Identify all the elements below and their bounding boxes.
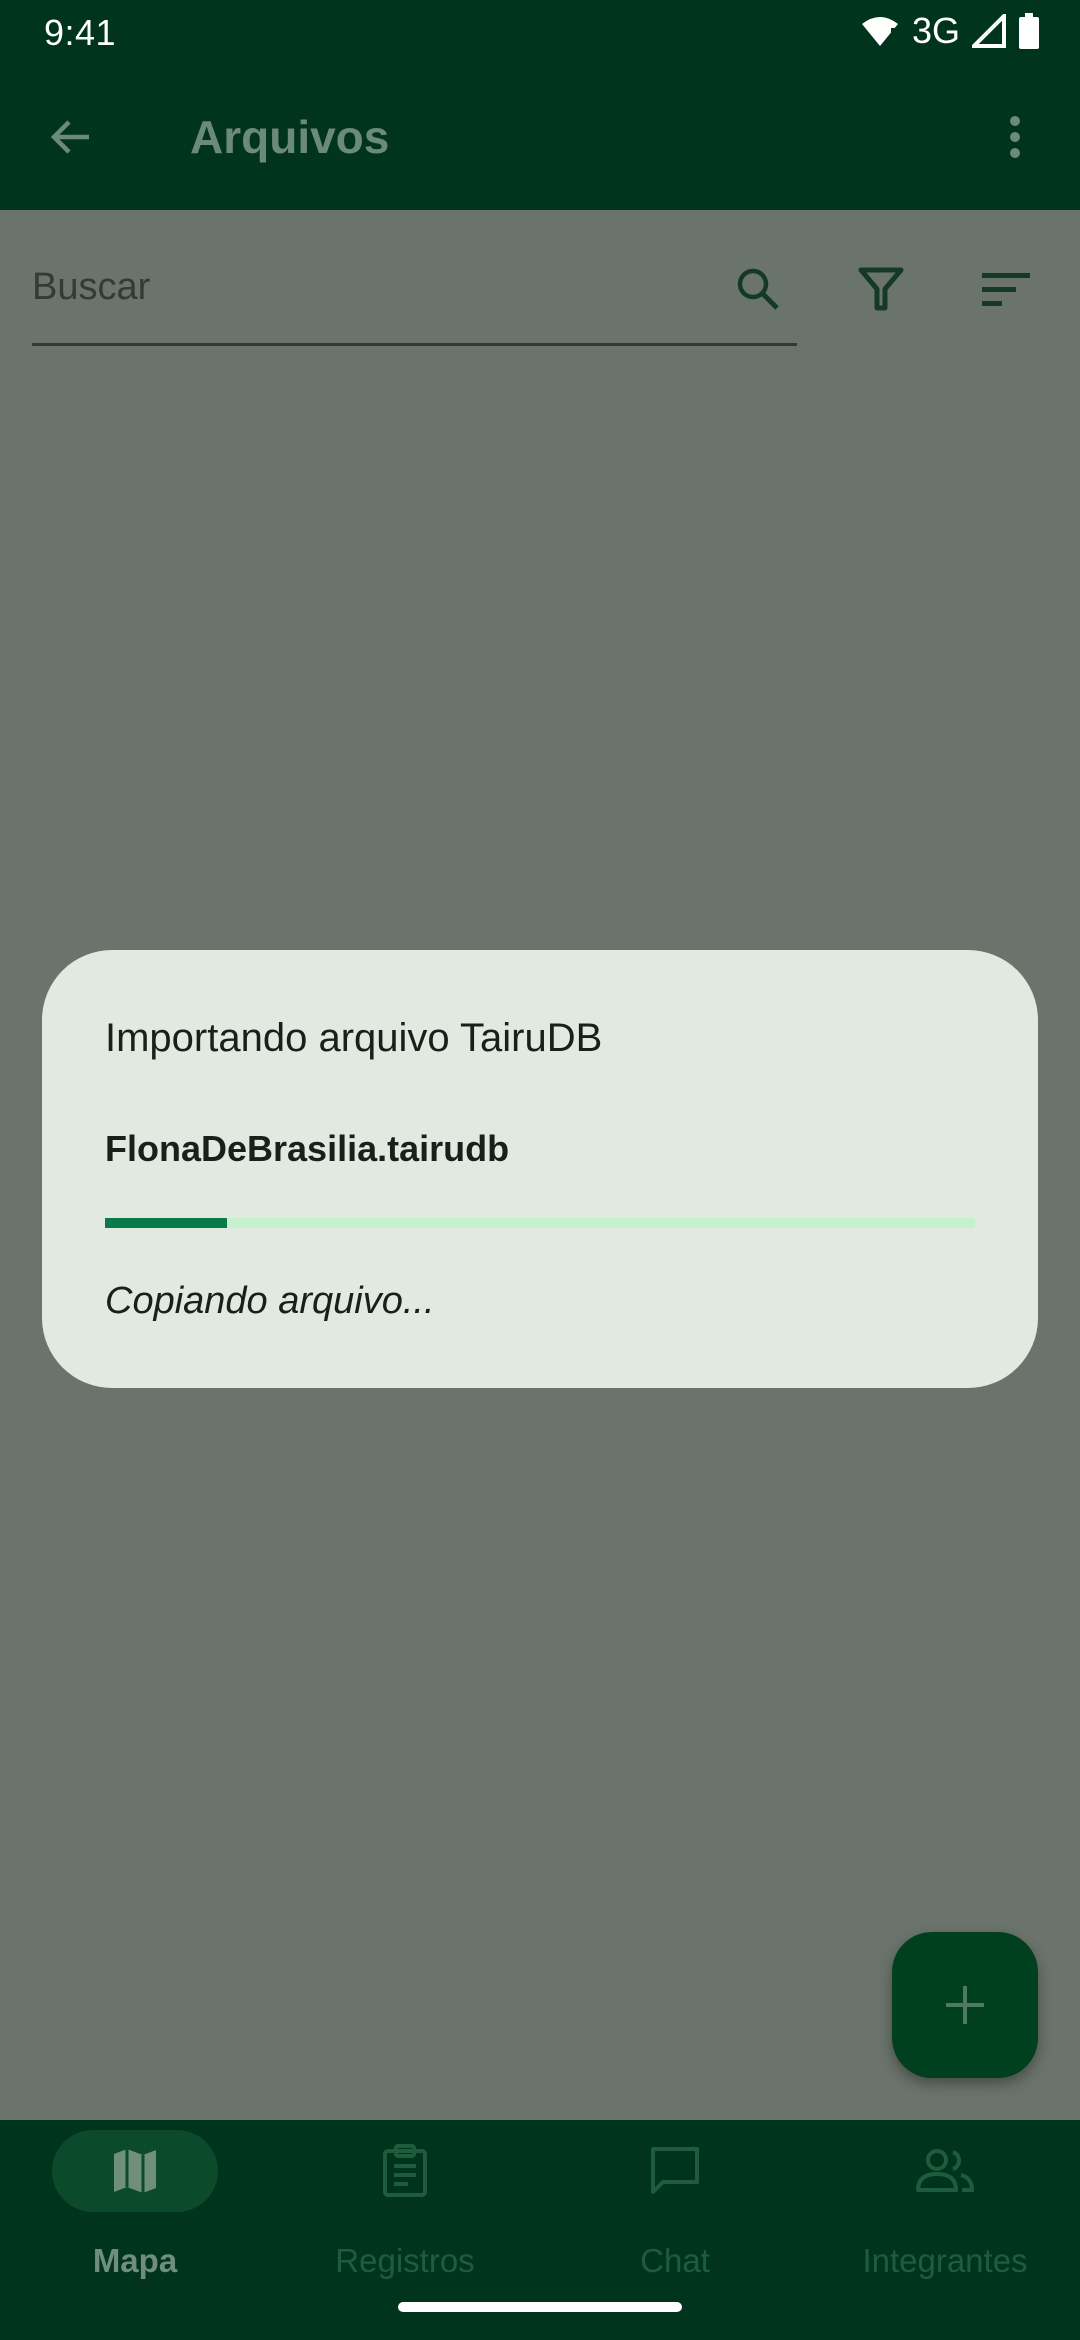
app-bar: Arquivos [0,62,1080,210]
dialog-status: Copiando arquivo... [105,1280,435,1322]
nav-pill [862,2130,1028,2212]
nav-item-integrantes[interactable]: Integrantes [810,2120,1080,2320]
status-bar: 9:41 3G [0,0,1080,62]
arrow-back-icon [50,120,89,154]
nav-label-chat: Chat [640,2242,710,2279]
dialog-title: Importando arquivo TairuDB [105,1016,603,1060]
sort-icon [982,273,1030,306]
nav-label-mapa: Mapa [92,2242,178,2279]
nav-item-mapa[interactable]: Mapa [0,2120,270,2320]
filter-button[interactable] [850,258,912,320]
network-type: 3G [911,10,960,51]
dialog-filename: FlonaDeBrasilia.tairudb [105,1128,510,1169]
page-title: Arquivos [190,111,390,163]
nav-item-registros[interactable]: Registros [270,2120,540,2320]
add-file-button[interactable] [892,1932,1038,2078]
clipboard-icon [383,2144,427,2197]
nav-pill-active [52,2130,218,2212]
wifi-icon [861,17,898,46]
progress-fill [105,1218,227,1228]
home-indicator [398,2302,682,2312]
battery-icon [1019,13,1039,49]
map-icon [114,2149,156,2193]
people-icon [916,2149,975,2192]
search-icon[interactable] [733,264,783,314]
import-dialog: Importando arquivo TairuDB FlonaDeBrasil… [42,950,1038,1388]
plus-icon [946,1986,984,2024]
more-vert-icon [1010,116,1020,158]
sort-button[interactable] [975,258,1037,320]
nav-pill [322,2130,488,2212]
status-time: 9:41 [44,12,117,53]
nav-pill [592,2130,758,2212]
filter-icon [858,267,904,311]
search-placeholder: Buscar [32,266,151,308]
search-input[interactable]: Buscar [32,250,797,346]
nav-item-chat[interactable]: Chat [540,2120,810,2320]
back-button[interactable] [36,102,106,172]
more-options-button[interactable] [980,102,1050,172]
nav-label-registros: Registros [335,2242,475,2279]
chat-icon [651,2147,699,2194]
nav-label-integrantes: Integrantes [862,2242,1028,2279]
status-icons: 3G [860,10,1040,52]
signal-icon [972,14,1006,48]
progress-bar [105,1218,975,1228]
